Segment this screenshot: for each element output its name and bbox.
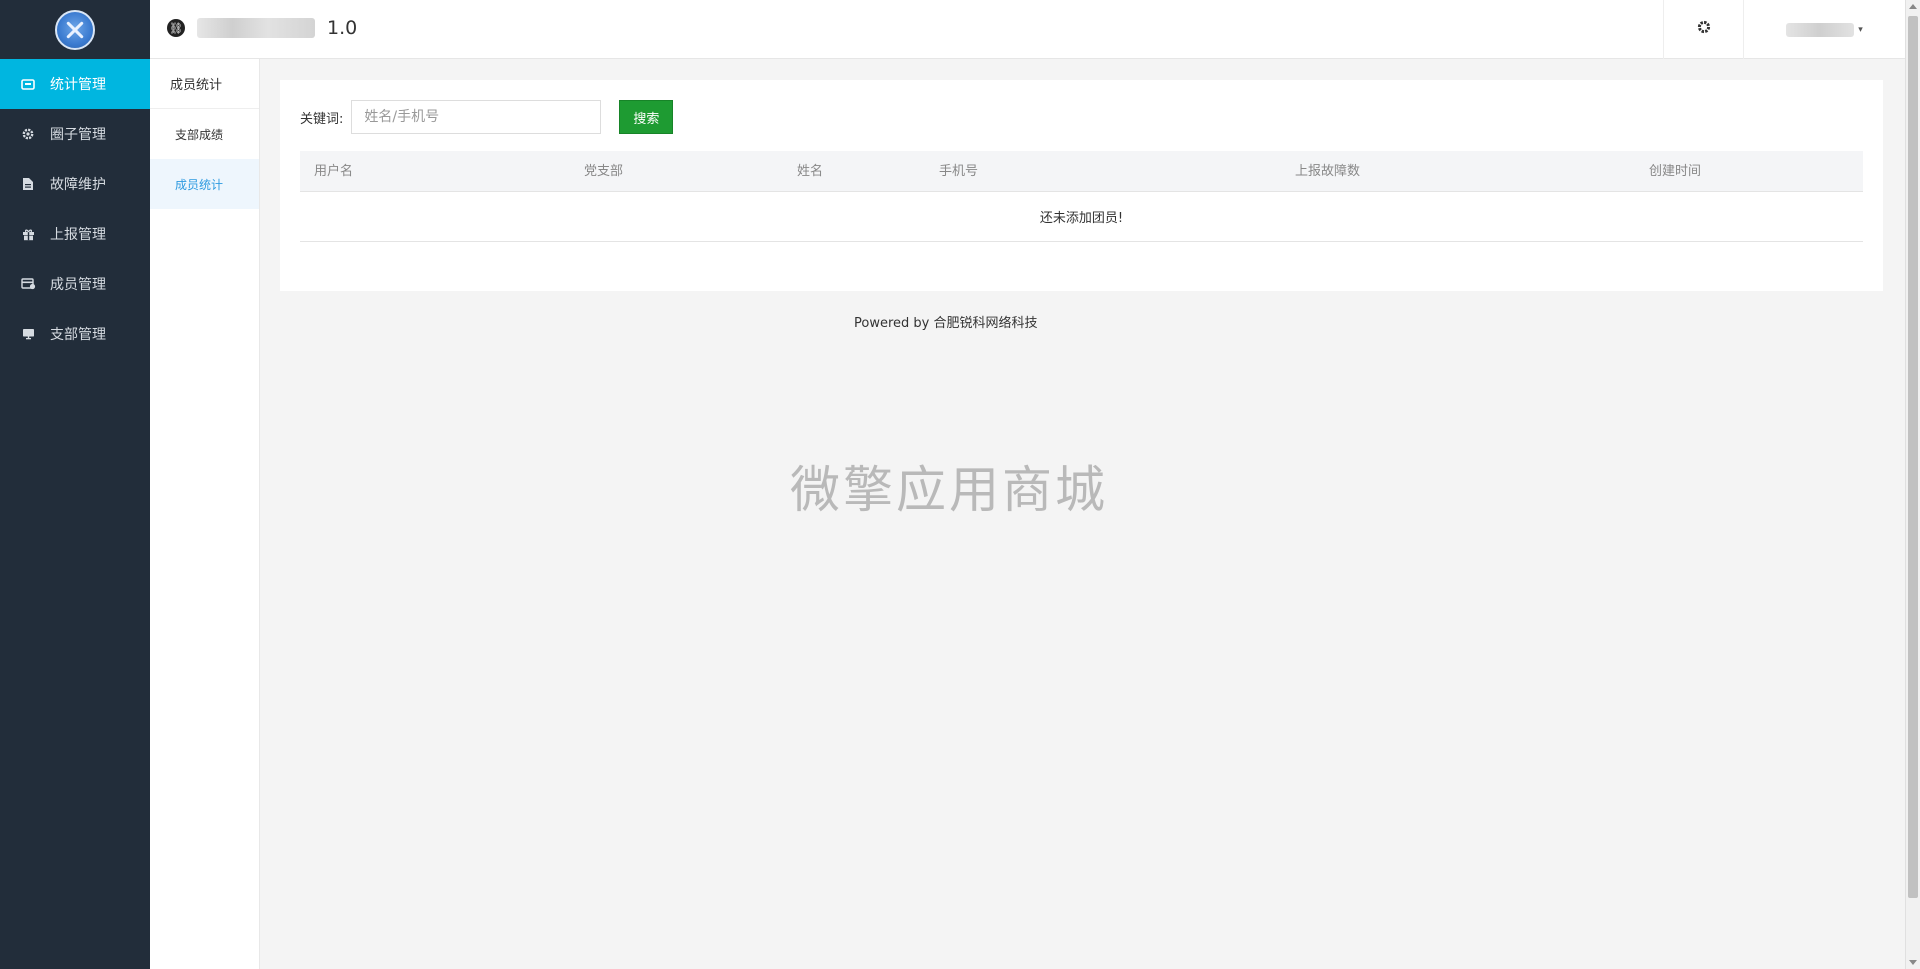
sidebar-item-stats[interactable]: 统计管理 — [0, 59, 150, 109]
column-header-fault-count[interactable]: 上报故障数 — [1295, 151, 1360, 192]
member-card-icon — [20, 276, 36, 292]
chart-icon — [20, 76, 36, 92]
scrollbar-thumb[interactable] — [1908, 16, 1918, 898]
column-header-branch[interactable]: 党支部 — [584, 151, 623, 192]
chevron-down-icon: ▾ — [1858, 24, 1863, 35]
footer-powered-by: Powered by 合肥锐科网络科技 — [854, 316, 1038, 331]
app-logo[interactable] — [55, 9, 95, 50]
submenu-item-member-stats[interactable]: 成员统计 — [150, 159, 259, 209]
watermark-text: 微擎应用商城 — [790, 461, 1108, 519]
monitor-icon — [20, 326, 36, 342]
scroll-down-icon[interactable] — [1909, 960, 1917, 965]
content-panel: 关键词: 搜索 用户名 党支部 姓名 手机号 上报故障数 创建时间 还未添加团员… — [280, 80, 1883, 291]
members-table: 用户名 党支部 姓名 手机号 上报故障数 创建时间 还未添加团员! — [300, 151, 1863, 242]
main-sidebar: 统计管理 圈子管理 故障维护 上报管理 成员管理 支部管理 — [0, 0, 150, 969]
search-form: 关键词: 搜索 — [300, 100, 674, 134]
search-button[interactable]: 搜索 — [619, 100, 674, 134]
sidebar-item-report[interactable]: 上报管理 — [0, 209, 150, 259]
sidebar-item-label: 统计管理 — [50, 77, 106, 93]
blurred-app-name — [197, 18, 315, 38]
sidebar-item-label: 支部管理 — [50, 327, 106, 343]
gear-icon — [1696, 19, 1712, 40]
page-scrollbar[interactable] — [1905, 0, 1920, 969]
sidebar-item-members[interactable]: 成员管理 — [0, 259, 150, 309]
submenu-item-branch-scores[interactable]: 支部成绩 — [150, 109, 259, 159]
blurred-username — [1786, 22, 1855, 37]
column-header-created-time[interactable]: 创建时间 — [1649, 151, 1701, 192]
column-header-phone[interactable]: 手机号 — [939, 151, 978, 192]
user-menu[interactable]: ▾ — [1743, 0, 1905, 59]
scroll-up-icon[interactable] — [1909, 4, 1917, 9]
submenu-title: 成员统计 — [150, 59, 259, 109]
table-header: 用户名 党支部 姓名 手机号 上报故障数 创建时间 — [300, 151, 1863, 192]
app-brand: ⛓ 1.0 — [167, 17, 357, 39]
settings-button[interactable] — [1663, 0, 1743, 59]
gift-icon — [20, 226, 36, 242]
sidebar-item-label: 圈子管理 — [50, 127, 106, 143]
link-icon: ⛓ — [167, 19, 185, 37]
column-header-username[interactable]: 用户名 — [314, 151, 353, 192]
column-header-name[interactable]: 姓名 — [797, 151, 823, 192]
sidebar-item-circle[interactable]: 圈子管理 — [0, 109, 150, 159]
gear-icon — [20, 126, 36, 142]
logo-area — [0, 0, 150, 59]
sidebar-item-label: 上报管理 — [50, 227, 106, 243]
sidebar-item-fault[interactable]: 故障维护 — [0, 159, 150, 209]
sub-menu: 成员统计 支部成绩 成员统计 — [150, 59, 260, 969]
file-icon — [20, 176, 36, 192]
keyword-input[interactable] — [351, 100, 602, 134]
sidebar-item-label: 故障维护 — [50, 177, 106, 193]
sidebar-item-branch[interactable]: 支部管理 — [0, 309, 150, 359]
table-body: 还未添加团员! — [300, 192, 1863, 242]
top-header: ⛓ 1.0 ▾ — [150, 0, 1905, 59]
empty-message: 还未添加团员! — [300, 192, 1863, 242]
keyword-label: 关键词: — [300, 111, 344, 127]
sidebar-item-label: 成员管理 — [50, 277, 106, 293]
app-version: 1.0 — [327, 17, 358, 39]
